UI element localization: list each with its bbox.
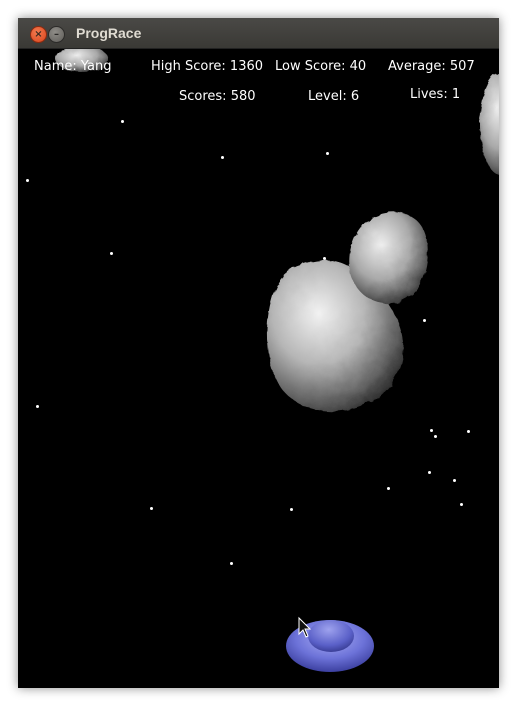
high-score: High Score: 1360 bbox=[151, 59, 264, 74]
player-name: Name: Yang bbox=[34, 59, 112, 74]
current-score: Scores: 580 bbox=[179, 89, 256, 104]
asteroid-medium bbox=[349, 212, 428, 304]
lives: Lives: 1 bbox=[410, 87, 461, 102]
window-title: ProgRace bbox=[76, 25, 142, 41]
average-score: Average: 507 bbox=[388, 59, 475, 74]
title-bar[interactable]: × – ProgRace bbox=[18, 18, 499, 49]
level: Level: 6 bbox=[308, 89, 360, 104]
asteroid-right-edge bbox=[480, 72, 499, 176]
low-score: Low Score: 40 bbox=[275, 59, 367, 74]
close-icon[interactable]: × bbox=[30, 26, 47, 43]
game-canvas[interactable]: Name: Yang High Score: 1360 Low Score: 4… bbox=[18, 49, 499, 688]
minimize-icon[interactable]: – bbox=[48, 26, 65, 43]
game-scene bbox=[56, 49, 499, 672]
game-window: × – ProgRace Name: Yang High Score: 1360… bbox=[18, 18, 499, 688]
